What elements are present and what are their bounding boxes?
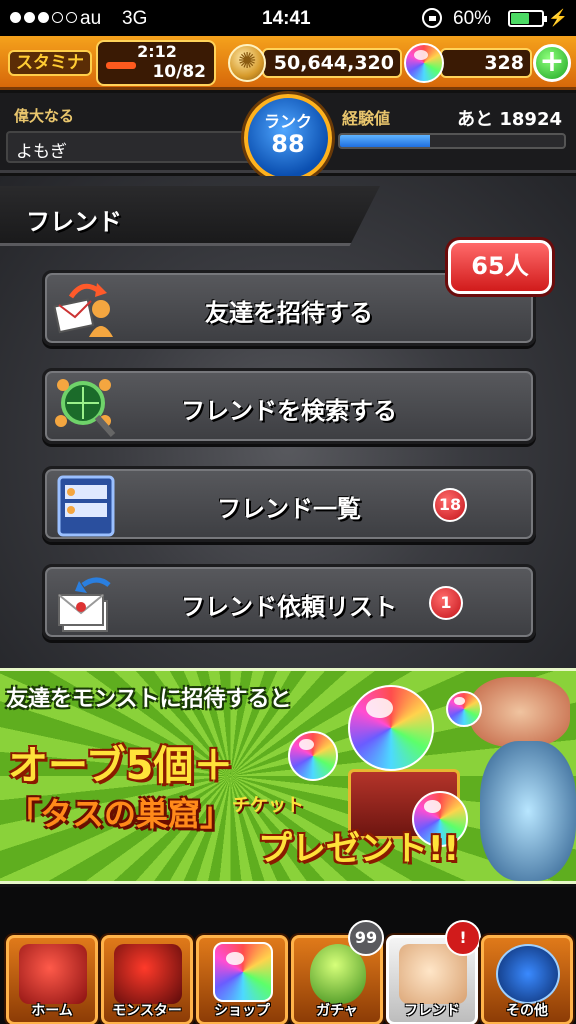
- section-title: フレンド: [26, 208, 122, 236]
- orb-image: [348, 685, 434, 771]
- battery-percent: 60%: [453, 8, 492, 29]
- network-type: 3G: [122, 8, 148, 29]
- gold-amount: 50,644,320: [273, 52, 394, 74]
- orb-amount: 328: [484, 52, 524, 74]
- nav-friend[interactable]: フレンド !: [386, 920, 481, 1024]
- other-icon: [496, 944, 560, 1004]
- friend-request-count-badge: 1: [429, 586, 463, 620]
- exp-fill: [340, 135, 430, 147]
- stamina-label: スタミナ: [8, 50, 92, 76]
- banner-present: プレゼント!!: [258, 829, 460, 869]
- orb-display: 328: [440, 48, 532, 78]
- player-name-box: よもぎ: [6, 131, 256, 163]
- friend-alert-badge: !: [445, 920, 481, 956]
- carrier-name: au: [80, 8, 102, 29]
- gacha-count-badge: 99: [348, 920, 384, 956]
- section-header: フレンド: [0, 186, 380, 246]
- nav-label: モンスター: [112, 1003, 182, 1019]
- stamina-meter: 2:12 10/82: [96, 40, 216, 86]
- orb-icon: [404, 43, 444, 83]
- friend-list-button[interactable]: フレンド一覧 18: [42, 466, 536, 542]
- nav-label: ホーム: [31, 1003, 73, 1019]
- nav-other[interactable]: その他: [481, 935, 573, 1024]
- resource-header: スタミナ 2:12 10/82 50,644,320 328 +: [0, 36, 576, 90]
- banner-reward-orbs: オーブ5個＋: [8, 743, 234, 789]
- friend-count-badge: 65人: [448, 240, 552, 294]
- bottom-nav: ホーム モンスター ショップ ガチャ 99 フレンド ! その他: [0, 887, 576, 1024]
- status-time: 14:41: [262, 8, 311, 29]
- rank-label: ランク: [263, 112, 312, 131]
- charging-icon: ⚡: [548, 10, 568, 27]
- monster-icon: [114, 944, 182, 1004]
- invite-campaign-banner[interactable]: 友達をモンストに招待すると オーブ5個＋ 「タスの巣窟」 チケット プレゼント!…: [0, 668, 576, 884]
- shop-icon: [213, 942, 273, 1002]
- menu-label: フレンドを検索する: [181, 397, 397, 425]
- stamina-timer: 2:12: [137, 42, 177, 61]
- friend-list-count-badge: 18: [433, 488, 467, 522]
- player-name: よもぎ: [16, 142, 67, 162]
- rotation-lock-icon: [422, 8, 442, 28]
- nav-monster[interactable]: モンスター: [101, 935, 193, 1024]
- signal-strength-icon: [10, 12, 77, 23]
- monster-art-image: [480, 741, 576, 881]
- orb-image: [446, 691, 482, 727]
- menu-label: 友達を招待する: [205, 299, 373, 327]
- home-icon: [19, 944, 87, 1004]
- orb-image: [288, 731, 338, 781]
- stamina-bar: [106, 62, 136, 69]
- player-title: 偉大なる: [14, 107, 75, 125]
- banner-reward-ticket: 「タスの巣窟」: [8, 795, 233, 833]
- buy-orbs-button[interactable]: +: [533, 44, 571, 82]
- friend-request-list-button[interactable]: フレンド依頼リスト 1: [42, 564, 536, 640]
- nav-shop[interactable]: ショップ: [196, 935, 288, 1024]
- nav-label: その他: [506, 1003, 548, 1019]
- nav-gacha[interactable]: ガチャ 99: [291, 920, 384, 1024]
- nav-label: ガチャ: [316, 1003, 358, 1019]
- banner-headline: 友達をモンストに招待すると: [6, 687, 292, 712]
- gold-display: 50,644,320: [262, 48, 402, 78]
- exp-remaining: あと 18924: [457, 109, 562, 130]
- stamina-count: 10/82: [152, 62, 206, 82]
- battery-icon: [508, 10, 547, 27]
- rank-value: 88: [271, 130, 305, 158]
- exp-label: 経験値: [342, 109, 391, 128]
- search-friends-button[interactable]: フレンドを検索する: [42, 368, 536, 444]
- status-bar: au 3G 14:41 60% ⚡: [0, 0, 576, 36]
- nav-label: ショップ: [214, 1003, 270, 1019]
- rank-badge[interactable]: ランク 88: [244, 94, 332, 182]
- banner-ticket-label: チケット: [232, 795, 304, 816]
- nav-label: フレンド: [404, 1003, 460, 1019]
- nav-home[interactable]: ホーム: [6, 935, 98, 1024]
- gold-coin-icon: [228, 44, 266, 82]
- monster-art-image: [470, 677, 570, 747]
- exp-bar: [338, 133, 566, 149]
